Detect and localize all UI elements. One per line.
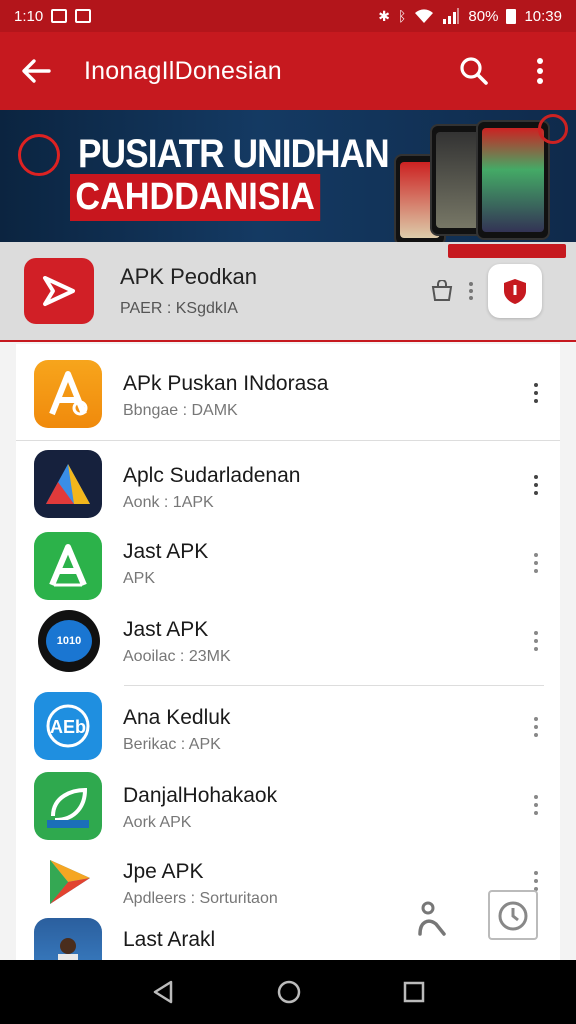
back-arrow-icon[interactable] [18, 53, 54, 89]
list-item-text: Ana Kedluk Berikac : APK [123, 706, 230, 754]
play-app-icon [24, 258, 94, 324]
banner-subheadline: CAHDDANISIA [70, 174, 321, 221]
status-clock: 10:39 [524, 7, 562, 25]
nav-home-icon[interactable] [276, 979, 302, 1005]
emblem-icon [18, 134, 60, 176]
list-item-text: Aplc Sudarladenan Aonk : 1APK [123, 464, 300, 512]
list-item-title: Ana Kedluk [123, 706, 231, 729]
more-vert-icon[interactable] [526, 470, 546, 500]
list-item-title: Jast APK [123, 540, 209, 563]
list-item-title: Last Arakl [123, 928, 216, 951]
list-item-subtitle: APK [123, 570, 156, 587]
system-nav-bar [0, 960, 576, 1024]
featured-title: APK Peodkan [120, 264, 257, 289]
more-vert-icon[interactable] [526, 790, 546, 820]
list-item-text: Jast APK Aooilac : 23MK [123, 618, 231, 666]
promo-banner[interactable]: PUSIATR UNIDHAN CAHDDANISIA [0, 110, 576, 242]
nav-recents-icon[interactable] [403, 981, 425, 1003]
more-vert-icon[interactable] [522, 53, 558, 89]
status-left: 1:10 [14, 7, 92, 25]
image-notification-icon [75, 9, 92, 23]
more-vert-icon[interactable] [526, 626, 546, 656]
list-item-subtitle: Aooilac : 23MK [123, 648, 231, 665]
banner-headline: PUSIATR UNIDHAN [78, 132, 390, 176]
notification-icon [51, 9, 68, 23]
app-title: InonagIlDonesian [84, 56, 282, 85]
nfc-icon: ✱ [378, 7, 391, 24]
divider [16, 440, 560, 441]
featured-subtitle: PAER : KSgdkIA [120, 300, 238, 317]
search-icon[interactable] [456, 53, 492, 89]
play-triangle-icon [34, 848, 102, 916]
more-vert-icon[interactable] [526, 548, 546, 578]
more-vert-icon[interactable] [526, 378, 546, 408]
blue-a-icon [34, 450, 102, 518]
status-bar: 1:10 ✱ ᛒ 80% 10:39 [0, 0, 576, 32]
list-item-title: Jpe APK [123, 860, 204, 883]
shopping-bag-icon[interactable] [430, 280, 454, 302]
list-item-text: Last Arakl [123, 928, 215, 958]
decor-circle-icon [538, 114, 568, 144]
list-item-subtitle: Aonk : 1APK [123, 494, 214, 511]
list-item-title: Aplc Sudarladenan [123, 464, 301, 487]
more-vert-icon[interactable] [468, 281, 474, 301]
list-item-text: DanjalHohakaok Aork APK [123, 784, 277, 832]
list-item-text: Jpe APK Apdleers : Sorturitaon [123, 860, 278, 908]
list-item[interactable]: DanjalHohakaok Aork APK [16, 768, 560, 846]
list-item-subtitle: Aork APK [123, 814, 192, 831]
blue-ab-icon: AEb [34, 692, 102, 760]
list-item-text: APk Puskan INdorasa Bbngae : DAMK [123, 372, 328, 420]
list-item-title: DanjalHohakaok [123, 784, 278, 807]
battery-percent: 80% [468, 7, 499, 25]
list-item[interactable]: Last Arakl [16, 916, 560, 960]
orange-a-icon [34, 360, 102, 428]
list-item[interactable]: AEb Ana Kedluk Berikac : APK [16, 686, 560, 768]
signal-icon [443, 8, 460, 24]
shield-app-icon[interactable] [488, 264, 542, 318]
list-item[interactable]: APk Puskan INdorasa Bbngae : DAMK [16, 344, 560, 440]
featured-badge [448, 244, 566, 258]
list-item[interactable]: Jast APK APK [16, 528, 560, 604]
bluetooth-icon: ᛒ [398, 8, 407, 24]
list-item[interactable]: Jpe APK Apdleers : Sorturitaon [16, 846, 560, 916]
timer-icon[interactable] [488, 890, 538, 940]
list-item-text: Jast APK APK [123, 540, 208, 588]
svg-text:AEb: AEb [50, 717, 86, 737]
list-item[interactable]: Aplc Sudarladenan Aonk : 1APK [16, 442, 560, 528]
app-bar: InonagIlDonesian [0, 32, 576, 110]
list-item-subtitle: Berikac : APK [123, 736, 221, 753]
accessibility-icon[interactable] [414, 900, 450, 940]
phone-graphic [476, 120, 550, 240]
more-vert-icon[interactable] [526, 712, 546, 742]
photo-icon [34, 918, 102, 960]
status-right: ✱ ᛒ 80% 10:39 [378, 8, 562, 25]
green-a-icon [34, 532, 102, 600]
list-item-title: APk Puskan INdorasa [123, 372, 329, 395]
status-time: 1:10 [14, 7, 44, 25]
list-item-subtitle: Bbngae : DAMK [123, 402, 238, 419]
battery-icon [506, 8, 517, 24]
list-item-title: Jast APK [123, 618, 209, 641]
wifi-icon [415, 9, 434, 23]
list-item[interactable]: 1010 Jast APK Aooilac : 23MK [16, 606, 560, 684]
featured-actions [430, 264, 542, 318]
app-list: APk Puskan INdorasa Bbngae : DAMK Aplc S… [16, 344, 560, 960]
featured-text: APK Peodkan PAER : KSgdkIA [120, 264, 430, 318]
list-item-subtitle: Apdleers : Sorturitaon [123, 890, 278, 907]
green-leaf-icon [34, 772, 102, 840]
nav-back-icon[interactable] [151, 979, 175, 1005]
black-badge-icon: 1010 [38, 610, 100, 672]
